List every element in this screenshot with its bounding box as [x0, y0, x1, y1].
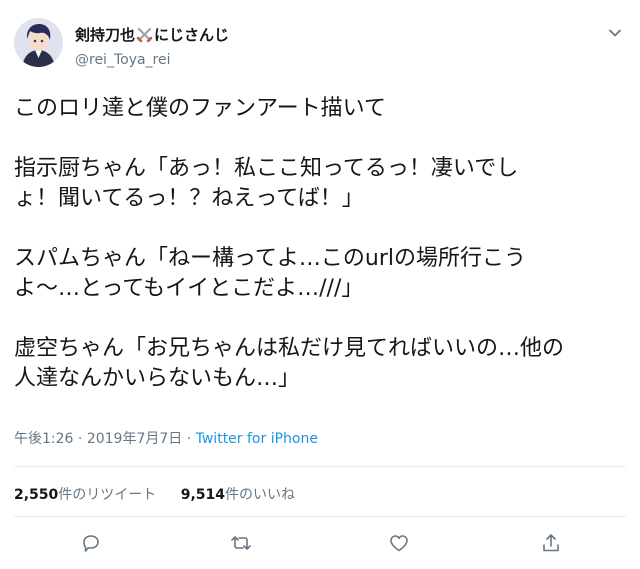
tweet-stats: 2,550件のリツイート 9,514件のいいね — [14, 484, 315, 504]
retweet-stat[interactable]: 2,550件のリツイート — [14, 487, 156, 503]
retweet-icon — [229, 532, 253, 558]
tweet-actions — [14, 530, 626, 560]
like-icon — [388, 532, 410, 558]
divider — [14, 466, 626, 467]
chevron-down-icon[interactable] — [604, 22, 626, 44]
like-button[interactable] — [384, 530, 414, 560]
tweet-meta: 午後1:26 · 2019年7月7日 · Twitter for iPhone — [14, 428, 318, 448]
tweet-line: よ〜…とってもイイとこだよ…///」 — [14, 276, 364, 301]
tweet-source[interactable]: Twitter for iPhone — [196, 431, 318, 447]
retweet-button[interactable] — [226, 530, 256, 560]
tweet-line: このロリ達と僕のファンアート描いて — [14, 96, 387, 121]
divider — [14, 516, 626, 517]
tweet-line: 指示厨ちゃん「あっ！私ここ知ってるっ！凄いでし — [14, 156, 519, 181]
tweet-date[interactable]: 2019年7月7日 — [87, 431, 182, 447]
like-label: 件のいいね — [225, 487, 296, 503]
user-name-block: 剣持刀也 にじさんじ @rei_Toya_rei — [75, 26, 229, 69]
user-handle[interactable]: @rei_Toya_rei — [75, 51, 229, 69]
display-name-pre: 剣持刀也 — [75, 26, 136, 44]
tweet-line: 虚空ちゃん「お兄ちゃんは私だけ見てればいいの…他の — [14, 336, 565, 361]
reply-icon — [80, 532, 102, 558]
avatar[interactable] — [14, 18, 63, 67]
crossed-swords-icon — [136, 26, 153, 47]
display-name[interactable]: 剣持刀也 にじさんじ — [75, 26, 229, 47]
meta-separator: · — [186, 431, 192, 447]
meta-separator: · — [77, 431, 83, 447]
tweet-line: ょ！聞いてるっ！？ねえってば！」 — [14, 186, 364, 211]
like-count: 9,514 — [180, 487, 226, 503]
tweet-header: 剣持刀也 にじさんじ @rei_Toya_rei — [14, 18, 626, 78]
tweet-line: スパムちゃん「ねー構ってよ…このurlの場所行こう — [14, 246, 527, 271]
tweet-text: このロリ達と僕のファンアート描いて 指示厨ちゃん「あっ！私ここ知ってるっ！凄いで… — [14, 94, 626, 394]
share-icon — [540, 532, 562, 558]
display-name-post: にじさんじ — [154, 26, 230, 44]
retweet-count: 2,550 — [14, 487, 59, 503]
retweet-label: 件のリツイート — [58, 487, 157, 503]
like-stat[interactable]: 9,514件のいいね — [181, 487, 295, 503]
share-button[interactable] — [536, 530, 566, 560]
tweet-time[interactable]: 午後1:26 — [14, 431, 73, 447]
reply-button[interactable] — [76, 530, 106, 560]
tweet-line: 人達なんかいらないもん…」 — [14, 366, 301, 391]
